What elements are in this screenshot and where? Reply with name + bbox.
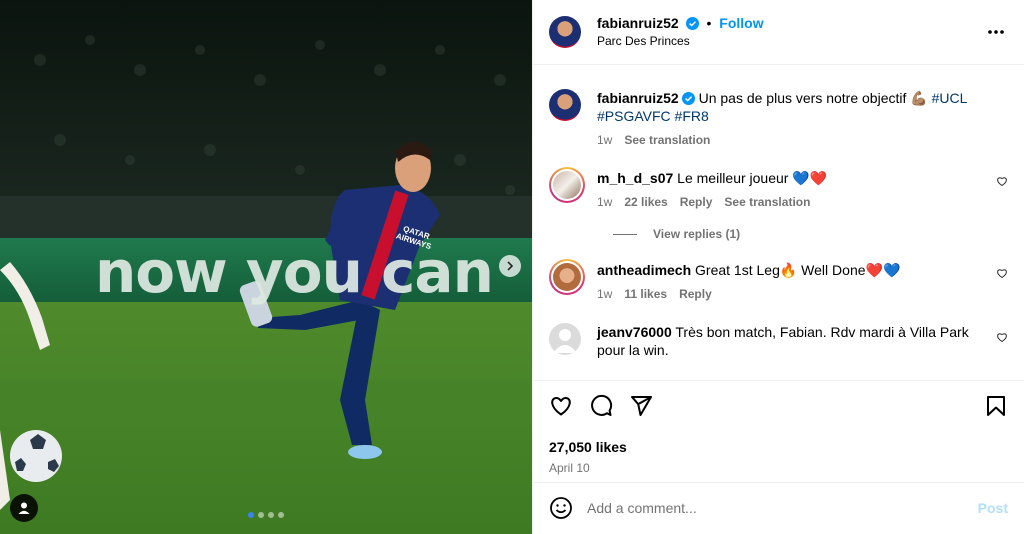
post-media[interactable]: now you can QATAR AIRWAYS [0, 0, 532, 534]
bookmark-icon[interactable] [984, 394, 1008, 418]
hashtag-link[interactable]: #FR8 [675, 108, 709, 124]
comment-bubble-icon[interactable] [589, 394, 613, 418]
post-location[interactable]: Parc Des Princes [597, 32, 764, 50]
heart-icon[interactable] [996, 175, 1008, 187]
post-caption: fabianruiz52 Un pas de plus vers notre o… [549, 89, 1008, 147]
separator-dot: • [706, 15, 712, 31]
tagged-users-button[interactable] [10, 494, 38, 522]
more-horizontal-icon[interactable] [986, 22, 1006, 42]
next-slide-button[interactable] [499, 255, 521, 277]
comment-item: m_h_d_s07 Le meilleur joueur 💙❤️ 1w 22 l… [549, 167, 1008, 209]
comments-list[interactable]: fabianruiz52 Un pas de plus vers notre o… [533, 65, 1024, 380]
hearts-emoji: ❤️💙 [865, 262, 901, 278]
comment-likes[interactable]: 22 likes [624, 195, 667, 209]
comment-item: jeanv76000 Très bon match, Fabian. Rdv m… [549, 323, 1008, 359]
hashtag-link[interactable]: #UCL [932, 90, 967, 106]
post-side-panel: fabianruiz52 • Follow Parc Des Princes f… [532, 0, 1024, 534]
see-translation-button[interactable]: See translation [624, 133, 710, 147]
heart-icon[interactable] [996, 267, 1008, 279]
comment-time[interactable]: 1w [597, 287, 612, 301]
comment-input[interactable] [587, 499, 978, 516]
heart-icon[interactable] [996, 331, 1008, 343]
post-actions: 27,050 likes April 10 Post [533, 380, 1024, 532]
carousel-dot [248, 512, 254, 518]
author-meta: fabianruiz52 • Follow Parc Des Princes [597, 14, 764, 50]
post-header: fabianruiz52 • Follow Parc Des Princes [533, 0, 1024, 65]
caption-author-avatar[interactable] [549, 89, 581, 121]
verified-badge-icon [681, 92, 695, 105]
view-replies-button[interactable]: View replies (1) [613, 227, 1008, 241]
comment-message: Le meilleur joueur [677, 170, 793, 186]
comment-body: antheadimech Great 1st Leg🔥 Well Done❤️💙… [597, 259, 1008, 301]
action-icons [549, 381, 1008, 431]
comment-likes[interactable]: 11 likes [624, 287, 667, 301]
caption-time[interactable]: 1w [597, 133, 612, 147]
comment-username[interactable]: antheadimech [597, 262, 691, 278]
author-username[interactable]: fabianruiz52 [597, 15, 679, 31]
carousel-dot [268, 512, 274, 518]
commenter-avatar[interactable] [549, 323, 581, 355]
emoji-icon[interactable] [549, 496, 573, 520]
like-heart-icon[interactable] [549, 394, 573, 418]
verified-badge-icon [685, 17, 699, 30]
comment-meta: 1w 11 likes Reply [597, 287, 1008, 301]
caption-body: fabianruiz52 Un pas de plus vers notre o… [597, 89, 1008, 147]
comment-text: antheadimech Great 1st Leg🔥 Well Done❤️💙 [597, 261, 1008, 279]
comment-time[interactable]: 1w [597, 195, 612, 209]
user-icon [18, 502, 30, 514]
follow-button[interactable]: Follow [719, 15, 763, 31]
hashtag-link[interactable]: #PSGAVFC [597, 108, 671, 124]
default-avatar-icon [553, 329, 577, 353]
comment-body: m_h_d_s07 Le meilleur joueur 💙❤️ 1w 22 l… [597, 167, 1008, 209]
replies-divider [613, 233, 637, 235]
caption-text: fabianruiz52 Un pas de plus vers notre o… [597, 89, 1008, 125]
commenter-avatar[interactable] [549, 259, 585, 295]
view-replies-label: View replies (1) [653, 227, 741, 241]
caption-message: Un pas de plus vers notre objectif [698, 90, 911, 106]
add-comment-bar: Post [533, 482, 1024, 532]
caption-meta: 1w See translation [597, 133, 1008, 147]
flexed-bicep-emoji: 💪🏽 [910, 90, 928, 106]
reply-button[interactable]: Reply [680, 195, 713, 209]
fire-emoji: 🔥 [779, 262, 798, 278]
carousel-dot [278, 512, 284, 518]
post-comment-button[interactable]: Post [978, 500, 1008, 516]
comment-meta: 1w 22 likes Reply See translation [597, 195, 1008, 209]
commenter-avatar[interactable] [549, 167, 585, 203]
post-date[interactable]: April 10 [549, 461, 1008, 475]
carousel-dot [258, 512, 264, 518]
comment-message-cont: Well Done [797, 262, 866, 278]
comment-text: jeanv76000 Très bon match, Fabian. Rdv m… [597, 323, 982, 359]
author-avatar[interactable] [549, 16, 581, 48]
carousel-indicator [248, 512, 284, 518]
comment-username[interactable]: m_h_d_s07 [597, 170, 673, 186]
comment-username[interactable]: jeanv76000 [597, 324, 672, 340]
comment-body: jeanv76000 Très bon match, Fabian. Rdv m… [597, 323, 1008, 359]
see-translation-button[interactable]: See translation [724, 195, 810, 209]
comment-text: m_h_d_s07 Le meilleur joueur 💙❤️ [597, 169, 1008, 187]
share-send-icon[interactable] [629, 394, 653, 418]
chevron-right-icon [507, 261, 514, 271]
football [10, 430, 62, 482]
hearts-emoji: 💙❤️ [792, 170, 828, 186]
reply-button[interactable]: Reply [679, 287, 712, 301]
comment-message: Great 1st Leg [695, 262, 780, 278]
caption-username[interactable]: fabianruiz52 [597, 90, 679, 106]
likes-count[interactable]: 27,050 likes [549, 439, 1008, 455]
comment-item: antheadimech Great 1st Leg🔥 Well Done❤️💙… [549, 259, 1008, 301]
